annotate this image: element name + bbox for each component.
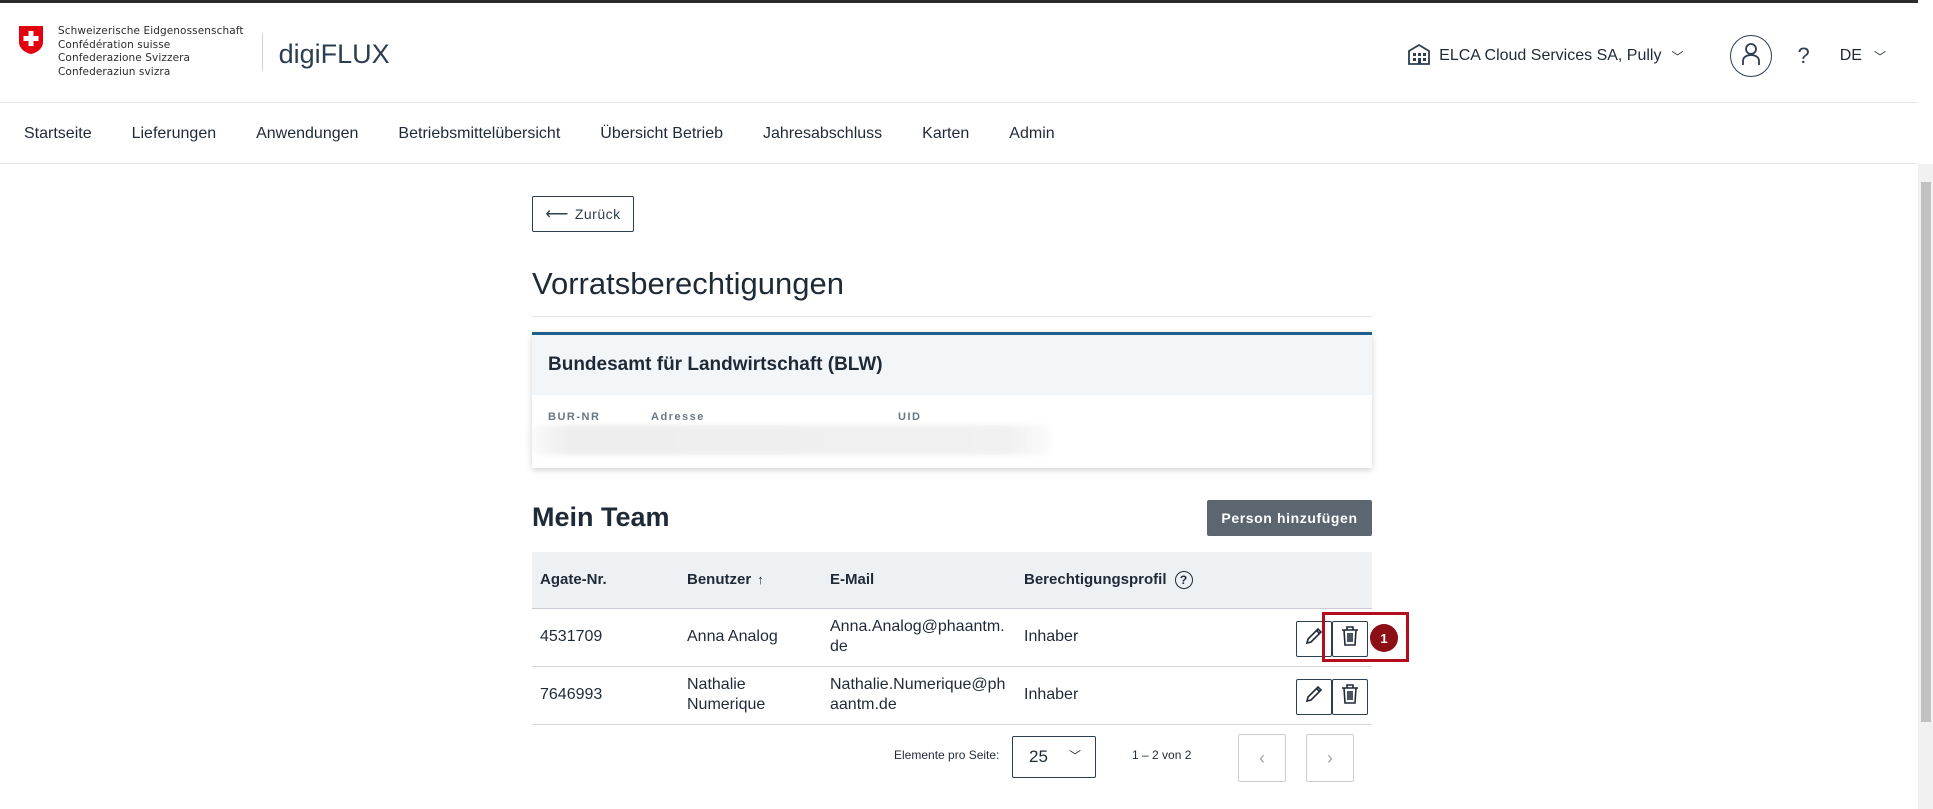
nav-item-startseite[interactable]: Startseite <box>24 125 92 143</box>
app-header: Schweizerische Eidgenossenschaft Confédé… <box>0 3 1918 103</box>
cell-profile: Inhaber <box>1016 608 1212 667</box>
back-button[interactable]: ⟵ Zurück <box>532 196 634 232</box>
edit-button[interactable] <box>1296 620 1332 657</box>
scrollbar-thumb[interactable] <box>1921 182 1931 722</box>
organization-card: Bundesamt für Landwirtschaft (BLW) BUR-N… <box>526 332 1372 468</box>
organization-card-title: Bundesamt für Landwirtschaft (BLW) <box>532 335 1372 395</box>
confederation-label: Schweizerische Eidgenossenschaft Confédé… <box>58 25 244 79</box>
page-range-label: 1 – 2 von 2 <box>1132 748 1192 762</box>
trash-icon <box>1340 625 1360 653</box>
cell-user-text: Nathalie Numerique <box>687 676 766 713</box>
cell-email-text: Anna.Analog@phaantm.de <box>830 618 1005 655</box>
organization-name: ELCA Cloud Services SA, Pully <box>1439 47 1662 64</box>
bur-nr-label: BUR-NR <box>548 411 601 423</box>
row-actions <box>1220 609 1372 666</box>
chevron-right-icon: › <box>1327 747 1333 768</box>
address-label: Adresse <box>651 411 705 423</box>
back-label: Zurück <box>574 206 621 222</box>
swiss-flag-icon <box>18 25 46 57</box>
cell-actions <box>1212 608 1372 667</box>
edit-button[interactable] <box>1296 678 1332 715</box>
column-header-profile: Berechtigungsprofil? <box>1016 552 1212 609</box>
main-navigation: Startseite Lieferungen Anwendungen Betri… <box>0 104 1918 164</box>
header-tools: ELCA Cloud Services SA, Pully ﹀ ? DE ﹀ <box>1407 33 1918 79</box>
title-divider <box>532 316 1372 317</box>
arrow-left-icon: ⟵ <box>545 206 569 223</box>
brand-divider <box>261 33 263 71</box>
items-per-page-value: 25 <box>1029 747 1048 766</box>
user-profile-button[interactable] <box>1729 35 1772 77</box>
cell-email-text: Nathalie.Numerique@phaantm.de <box>830 676 1006 713</box>
cell-profile: Inhaber <box>1016 666 1212 725</box>
language-code: DE <box>1839 47 1862 64</box>
column-header-agate[interactable]: Agate-Nr. <box>532 552 679 609</box>
sort-ascending-icon: ↑ <box>757 572 764 588</box>
brand[interactable]: Schweizerische Eidgenossenschaft Confédé… <box>18 25 390 79</box>
nav-item-uebersicht-betrieb[interactable]: Übersicht Betrieb <box>600 125 723 143</box>
confederation-line-de: Schweizerische Eidgenossenschaft <box>58 25 244 37</box>
building-icon <box>1407 43 1431 70</box>
column-header-agate-label: Agate-Nr. <box>540 571 607 589</box>
previous-page-button[interactable]: ‹ <box>1238 734 1286 782</box>
nav-item-admin[interactable]: Admin <box>1009 125 1054 143</box>
cell-agate: 7646993 <box>532 666 679 725</box>
language-selector[interactable]: DE ﹀ <box>1840 47 1886 65</box>
cell-agate: 4531709 <box>532 608 679 667</box>
cell-email: Anna.Analog@phaantm.de <box>822 608 1016 667</box>
pencil-icon <box>1304 684 1324 710</box>
nav-item-jahresabschluss[interactable]: Jahresabschluss <box>763 125 882 143</box>
delete-button[interactable] <box>1332 620 1368 657</box>
items-per-page-label: Elemente pro Seite: <box>894 748 1000 762</box>
window-edge <box>1918 0 1933 164</box>
organization-card-details: BUR-NR Adresse UID <box>526 395 1372 468</box>
chevron-down-icon: ﹀ <box>1671 49 1684 64</box>
pencil-icon <box>1304 626 1324 652</box>
chevron-down-icon: ﹀ <box>1873 49 1886 64</box>
app-name: digiFLUX <box>278 39 390 69</box>
add-person-button[interactable]: Person hinzufügen <box>1207 500 1372 536</box>
team-title: Mein Team <box>532 502 670 532</box>
help-button[interactable]: ? <box>1798 43 1810 69</box>
cell-actions <box>1212 666 1372 725</box>
redacted-values <box>526 425 1052 455</box>
column-header-user-label: Benutzer <box>687 571 752 589</box>
table-header-row: Agate-Nr. Benutzer ↑ E-Mail Berechtigungs… <box>532 552 1372 609</box>
cell-user: Nathalie Numerique <box>679 666 822 725</box>
next-page-button[interactable]: › <box>1306 734 1354 782</box>
chevron-left-icon: ‹ <box>1259 747 1265 768</box>
cell-user: Anna Analog <box>679 608 822 667</box>
row-actions <box>1220 667 1372 724</box>
organization-selector[interactable]: ELCA Cloud Services SA, Pully ﹀ <box>1407 43 1684 70</box>
table-row: 7646993 Nathalie Numerique Nathalie.Nume… <box>532 666 1372 725</box>
confederation-line-it: Confederazione Svizzera <box>58 52 191 64</box>
nav-item-anwendungen[interactable]: Anwendungen <box>256 125 358 143</box>
page-scrollbar[interactable] <box>1918 164 1933 809</box>
step-badge: 1 <box>1370 624 1398 652</box>
nav-item-lieferungen[interactable]: Lieferungen <box>132 125 217 143</box>
nav-item-karten[interactable]: Karten <box>922 125 969 143</box>
chevron-down-icon: ﹀ <box>1068 749 1081 763</box>
column-header-email[interactable]: E-Mail <box>822 552 1016 609</box>
nav-item-betriebsmitteluebersicht[interactable]: Betriebsmittelübersicht <box>398 125 560 143</box>
paginator: Elemente pro Seite: 25 ﹀ 1 – 2 von 2 ‹ › <box>532 732 1372 782</box>
info-icon[interactable]: ? <box>1174 570 1193 589</box>
delete-button[interactable] <box>1332 678 1368 715</box>
team-table: Agate-Nr. Benutzer ↑ E-Mail Berechtigungs… <box>532 552 1372 725</box>
confederation-line-rm: Confederaziun svizra <box>58 65 171 78</box>
column-header-profile-label: Berechtigungsprofil <box>1024 570 1167 588</box>
page-title: Vorratsberechtigungen <box>532 266 844 301</box>
trash-icon <box>1340 683 1360 711</box>
user-icon <box>1741 42 1761 71</box>
table-row: 4531709 Anna Analog Anna.Analog@phaantm.… <box>532 608 1372 667</box>
uid-label: UID <box>898 411 922 423</box>
column-header-actions <box>1212 552 1372 609</box>
column-header-email-label: E-Mail <box>830 571 875 589</box>
items-per-page-select[interactable]: 25 ﹀ <box>1012 736 1096 778</box>
confederation-line-fr: Confédération suisse <box>58 38 171 51</box>
cell-email: Nathalie.Numerique@phaantm.de <box>822 666 1016 725</box>
column-header-user[interactable]: Benutzer ↑ <box>679 552 822 609</box>
